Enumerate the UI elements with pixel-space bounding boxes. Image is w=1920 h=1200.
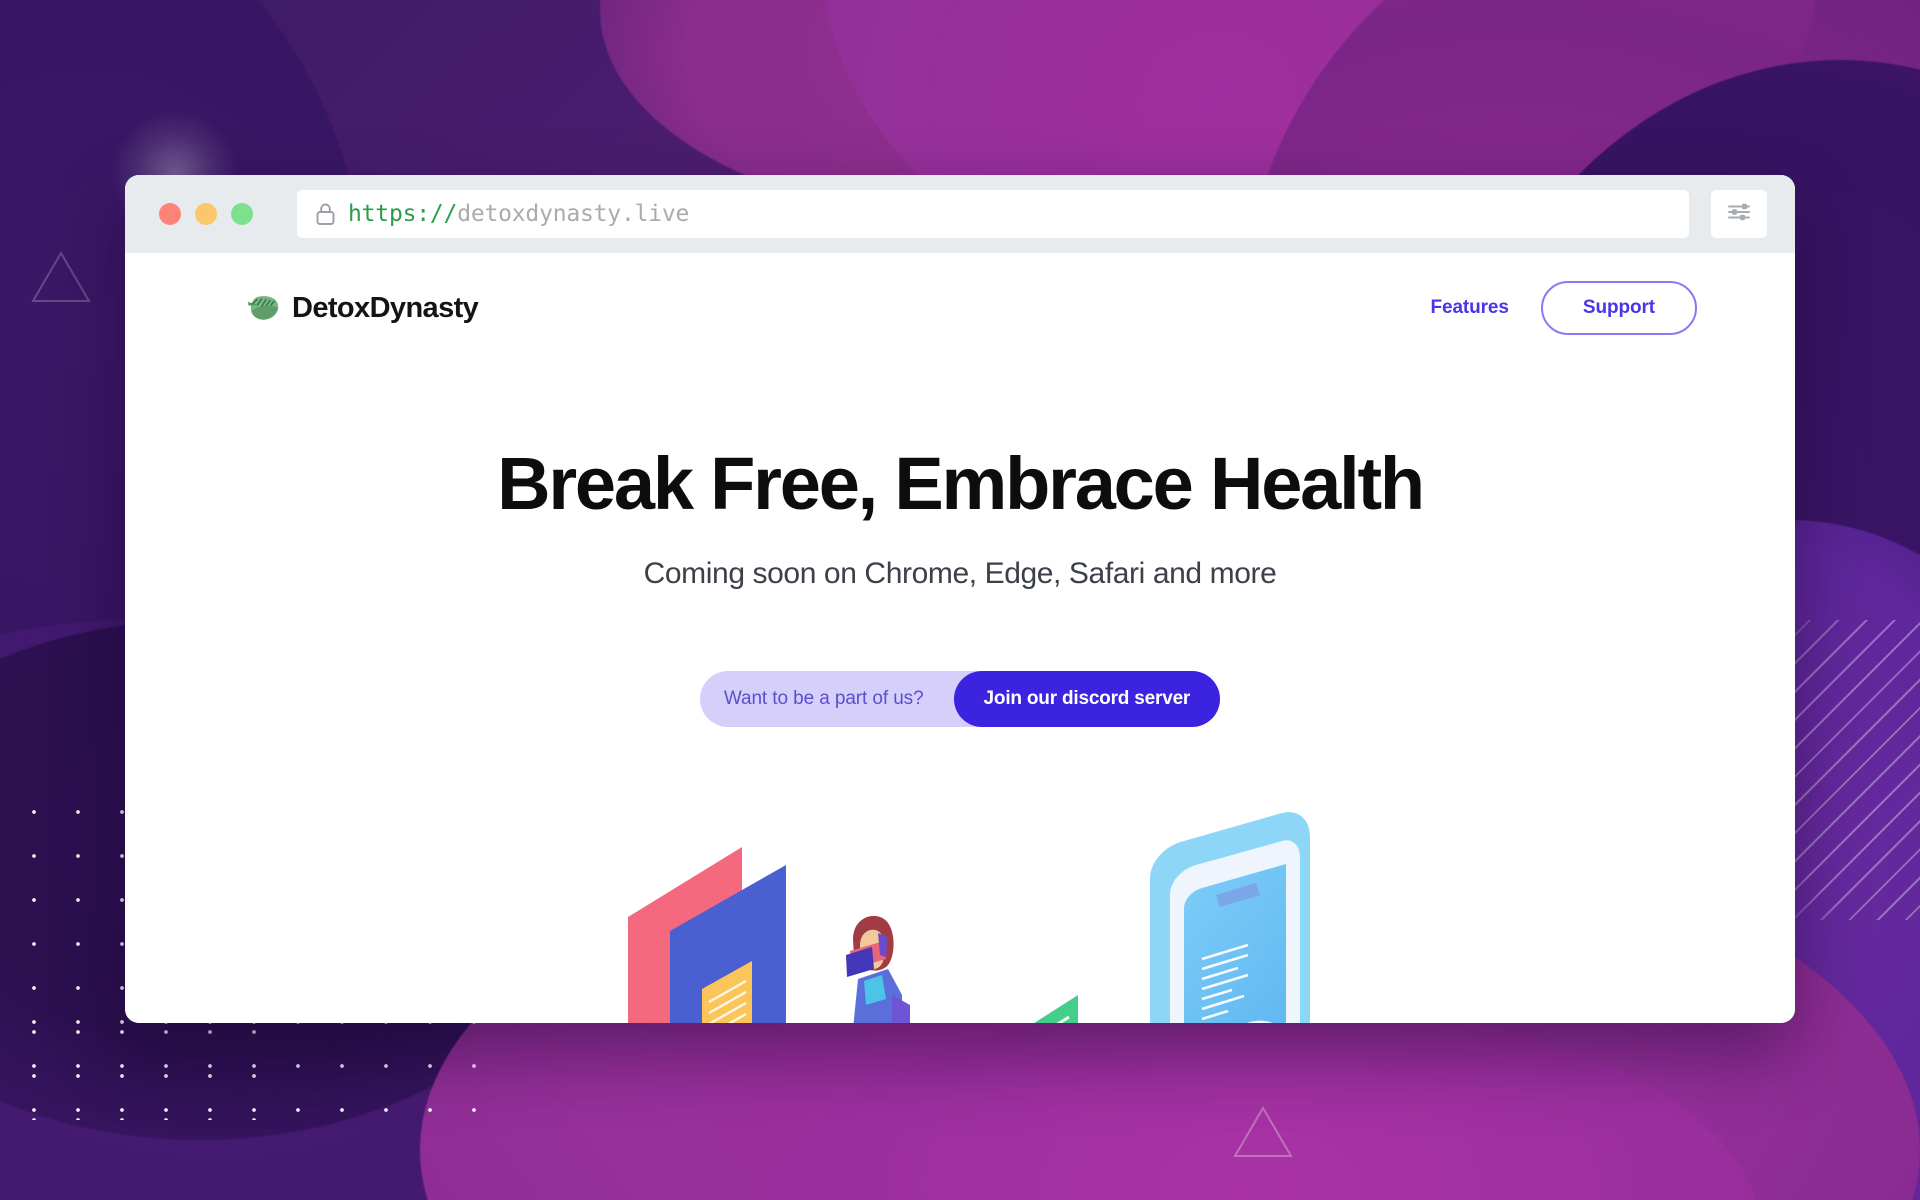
- cta-row: Want to be a part of us? Join our discor…: [125, 671, 1795, 727]
- url-host: detoxdynasty.live: [457, 201, 690, 227]
- hero-section: Break Free, Embrace Health Coming soon o…: [125, 335, 1795, 727]
- address-bar-url: https://detoxdynasty.live: [348, 201, 689, 227]
- browser-chrome-bar: https://detoxdynasty.live: [125, 175, 1795, 253]
- cta-pill: Want to be a part of us? Join our discor…: [699, 671, 1221, 727]
- close-window-button[interactable]: [159, 203, 181, 225]
- lock-icon: [315, 202, 336, 226]
- maximize-window-button[interactable]: [231, 203, 253, 225]
- site-navigation: Features Support: [1430, 281, 1697, 335]
- web-page: DetoxDynasty Features Support Break Free…: [125, 253, 1795, 1023]
- leaf-logo-icon: [247, 293, 281, 323]
- address-bar[interactable]: https://detoxdynasty.live: [297, 190, 1689, 238]
- triangle-outline-icon-left: [30, 250, 92, 304]
- brand-logo[interactable]: DetoxDynasty: [247, 291, 479, 325]
- window-controls: [153, 203, 275, 225]
- diagonal-stripes-pattern: [1794, 620, 1920, 920]
- sliders-icon: [1726, 201, 1752, 228]
- nav-button-support[interactable]: Support: [1540, 281, 1697, 335]
- browser-settings-button[interactable]: [1711, 190, 1767, 238]
- join-discord-button[interactable]: Join our discord server: [953, 671, 1221, 727]
- hero-subtitle: Coming soon on Chrome, Edge, Safari and …: [643, 557, 1277, 590]
- isometric-devices-illustration: [125, 799, 1795, 1023]
- url-scheme: https://: [348, 201, 458, 227]
- browser-window: https://detoxdynasty.live DetoxDynasty F…: [125, 175, 1795, 1023]
- brand-name: DetoxDynasty: [292, 291, 479, 324]
- triangle-outline-icon-bottom: [1232, 1105, 1294, 1159]
- minimize-window-button[interactable]: [195, 203, 217, 225]
- nav-link-features[interactable]: Features: [1430, 297, 1509, 319]
- cta-prompt-text: Want to be a part of us?: [723, 688, 924, 709]
- hero-title: Break Free, Embrace Health: [497, 442, 1425, 525]
- site-header: DetoxDynasty Features Support: [125, 253, 1795, 335]
- dot-pattern-top: [530, 70, 840, 88]
